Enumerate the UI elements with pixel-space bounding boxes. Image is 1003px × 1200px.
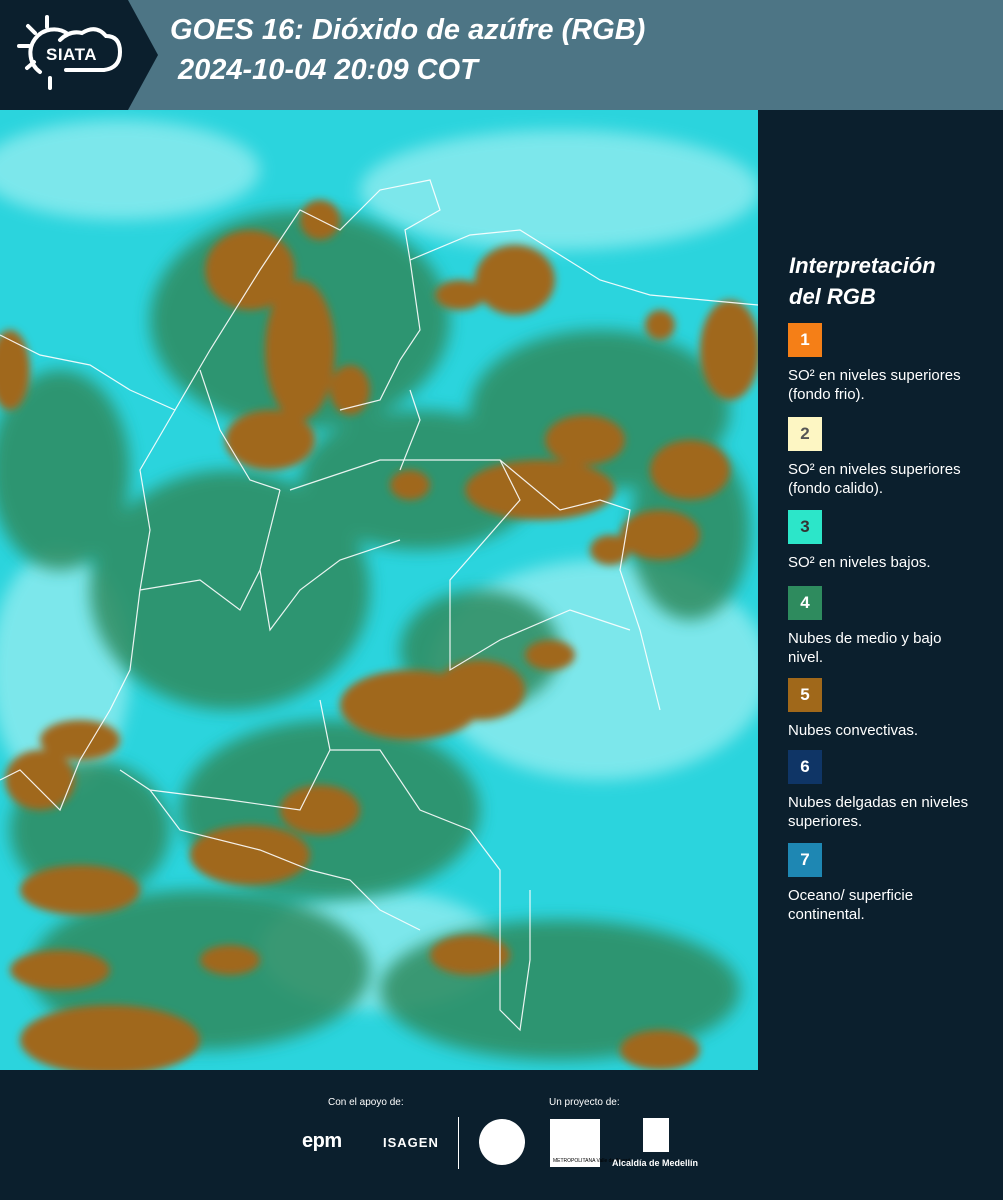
- logo-text: SIATA: [46, 45, 97, 64]
- legend-swatch-1: 1: [788, 323, 822, 357]
- legend-label-1: SO² en niveles superiores (fondo frio).: [788, 367, 961, 403]
- legend-label-6: Nubes delgadas en niveles superiores.: [788, 794, 969, 830]
- page-title: GOES 16: Dióxido de azúfre (RGB): [170, 14, 646, 46]
- medellin-seal-icon: [479, 1119, 525, 1165]
- header-bar: SIATA GOES 16: Dióxido de azúfre (RGB) 2…: [0, 0, 1003, 110]
- legend-swatch-3: 3: [788, 510, 822, 544]
- legend-swatch-2: 2: [788, 417, 822, 451]
- legend-label-7: Oceano/ superficie continental.: [788, 887, 914, 923]
- siata-logo: SIATA: [0, 0, 158, 110]
- satellite-map[interactable]: [0, 110, 758, 1070]
- legend-label-3: SO² en niveles bajos.: [788, 554, 931, 571]
- isagen-logo: ISAGEN: [383, 1135, 439, 1150]
- legend-swatch-6: 6: [788, 750, 822, 784]
- legend-title: Interpretación del RGB: [789, 253, 936, 309]
- legend-label-5: Nubes convectivas.: [788, 722, 919, 739]
- epm-logo: epm: [302, 1130, 342, 1152]
- alcaldia-text: Alcaldía de Medellín: [612, 1158, 699, 1168]
- footer-divider: [458, 1117, 459, 1169]
- alcaldia-shield-icon: [643, 1118, 669, 1152]
- support-label: Con el apoyo de:: [328, 1097, 404, 1108]
- project-label: Un proyecto de:: [549, 1097, 620, 1108]
- legend-swatch-4: 4: [788, 586, 822, 620]
- legend-swatch-5: 5: [788, 678, 822, 712]
- legend-label-2: SO² en niveles superiores (fondo calido)…: [788, 461, 961, 497]
- satellite-image: [0, 110, 758, 1070]
- page-timestamp: 2024-10-04 20:09 COT: [178, 54, 478, 86]
- footer-bar: Con el apoyo de: Un proyecto de: epm ISA…: [0, 1070, 1003, 1200]
- legend-swatch-7: 7: [788, 843, 822, 877]
- legend-label-4: Nubes de medio y bajo nivel.: [788, 630, 942, 666]
- legend-panel: Interpretación del RGB 1 SO² en niveles s…: [760, 110, 1003, 1070]
